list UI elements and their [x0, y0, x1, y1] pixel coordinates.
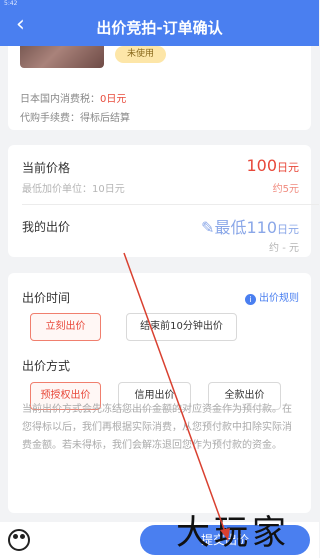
my-bid-label: 我的出价: [22, 220, 71, 234]
status-bar: 5:42: [0, 0, 319, 8]
tax-value: 0日元: [100, 94, 127, 105]
nav-bar: ‹ 出价竞拍-订单确认: [0, 8, 319, 46]
current-price-label: 当前价格: [22, 161, 71, 175]
min-increment-label: 最低加价单位：10日元: [22, 184, 125, 195]
bid-rule-label: 出价规则: [259, 293, 299, 304]
current-price-approx: 约5元: [272, 184, 299, 195]
fee-label: 代购手续费：: [20, 113, 80, 124]
tax-label: 日本国内消费税：: [20, 94, 100, 105]
pencil-icon: ✎: [201, 218, 215, 237]
current-price: 100日元: [246, 156, 299, 175]
item-card: 未使用 日本国内消费税：0日元 代购手续费：得标后结算: [8, 46, 311, 130]
fee-line: 代购手续费：得标后结算: [20, 109, 130, 124]
item-thumbnail: [20, 46, 104, 68]
bid-method-description: 当前出价方式会先冻结您出价金额的对应资金作为预付款。在您得标以后，我们再根据实际…: [22, 404, 292, 451]
my-bid-value: 最低110: [214, 218, 277, 237]
bid-time-title: 出价时间: [22, 291, 71, 305]
my-bid-approx: 约 - 元: [269, 243, 299, 254]
option-bid-now[interactable]: 立刻出价: [30, 313, 101, 341]
tax-line: 日本国内消费税：0日元: [20, 90, 126, 105]
panda-avatar-icon[interactable]: [8, 529, 30, 551]
bid-rule-link[interactable]: i 出价规则: [245, 289, 299, 305]
submit-bid-button[interactable]: 提交出价: [140, 525, 310, 555]
my-bid-input[interactable]: ✎最低110日元: [201, 214, 299, 238]
fee-value: 得标后结算: [80, 113, 130, 124]
condition-badge: 未使用: [115, 46, 167, 63]
page-title: 出价竞拍-订单确认: [96, 19, 223, 37]
divider: [22, 204, 319, 205]
option-bid-before-end[interactable]: 结束前10分钟出价: [126, 313, 237, 341]
current-price-unit: 日元: [277, 161, 299, 174]
status-time: 5:42: [4, 0, 18, 7]
current-price-value: 100: [246, 156, 277, 175]
info-icon: i: [245, 294, 256, 305]
my-bid-unit: 日元: [277, 223, 299, 236]
bid-method-title: 出价方式: [22, 359, 71, 373]
